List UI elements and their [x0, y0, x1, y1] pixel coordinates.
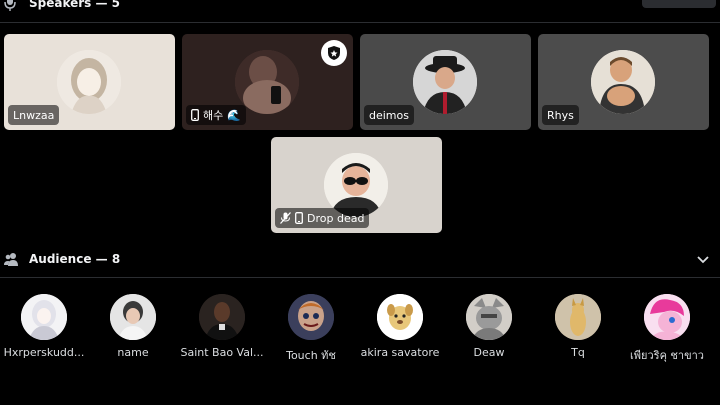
audience-title: Audience — 8 — [29, 252, 121, 266]
microphone-icon — [4, 0, 16, 11]
audience-member[interactable]: Hxrperskudd... — [0, 294, 88, 359]
avatar — [377, 294, 423, 340]
audience-name: Deaw — [473, 346, 505, 359]
audience-name: เพียวริคุ ชาขาว — [630, 349, 704, 362]
speaker-tile[interactable]: 해수 🌊 — [182, 34, 353, 130]
audience-name: name — [117, 346, 149, 359]
nameplate: Lnwzaa — [8, 105, 60, 125]
audience-header[interactable]: Audience — 8 — [0, 250, 720, 268]
audience-member[interactable]: name — [89, 294, 177, 359]
audience-member[interactable]: Touch ทัช — [267, 294, 355, 364]
speaker-name: deimos — [369, 108, 409, 122]
speaker-name: Drop dead — [307, 211, 365, 225]
people-icon — [4, 253, 18, 266]
avatar — [57, 50, 121, 114]
audience-name: akira savatore — [360, 346, 440, 359]
audience-name: Touch ทัช — [286, 349, 336, 362]
avatar — [413, 50, 477, 114]
speaker-tile[interactable]: Drop dead — [271, 137, 442, 233]
mobile-phone-icon — [295, 212, 303, 224]
speaker-name: Lnwzaa — [13, 108, 55, 122]
audience-member[interactable]: Deaw — [445, 294, 533, 359]
speakers-title: Speakers — 5 — [29, 0, 121, 10]
nameplate: 해수 🌊 — [186, 105, 246, 125]
avatar — [235, 50, 299, 114]
avatar — [288, 294, 334, 340]
stage-options-button[interactable] — [642, 0, 716, 8]
audience-name: Tq — [571, 346, 585, 359]
speakers-header: Speakers — 5 — [0, 0, 720, 15]
speaker-name: 해수 — [203, 109, 224, 122]
nameplate: deimos — [364, 105, 414, 125]
divider — [0, 277, 720, 278]
avatar — [199, 294, 245, 340]
avatar — [466, 294, 512, 340]
divider — [0, 22, 720, 23]
audience-name: Hxrperskudd... — [3, 346, 85, 359]
audience-member[interactable]: เพียวริคุ ชาขาว — [623, 294, 711, 364]
chevron-down-icon[interactable] — [696, 253, 710, 265]
nameplate: Drop dead — [275, 208, 370, 228]
audience-name: Saint Bao Val... — [180, 346, 264, 359]
speaker-tile[interactable]: deimos — [360, 34, 531, 130]
audience-member[interactable]: Tq — [534, 294, 622, 359]
avatar — [555, 294, 601, 340]
speaker-name: Rhys — [547, 108, 574, 122]
avatar — [110, 294, 156, 340]
speaker-tile[interactable]: Lnwzaa — [4, 34, 175, 130]
avatar — [591, 50, 655, 114]
mobile-phone-icon — [191, 109, 199, 121]
nameplate: Rhys — [542, 105, 579, 125]
audience-member[interactable]: Saint Bao Val... — [178, 294, 266, 359]
speaker-tile[interactable]: Rhys — [538, 34, 709, 130]
avatar — [21, 294, 67, 340]
avatar — [644, 294, 690, 340]
audience-member[interactable]: akira savatore — [356, 294, 444, 359]
wave-emoji-icon: 🌊 — [227, 108, 241, 122]
moderator-shield-icon — [321, 40, 347, 66]
muted-microphone-icon — [280, 212, 291, 224]
